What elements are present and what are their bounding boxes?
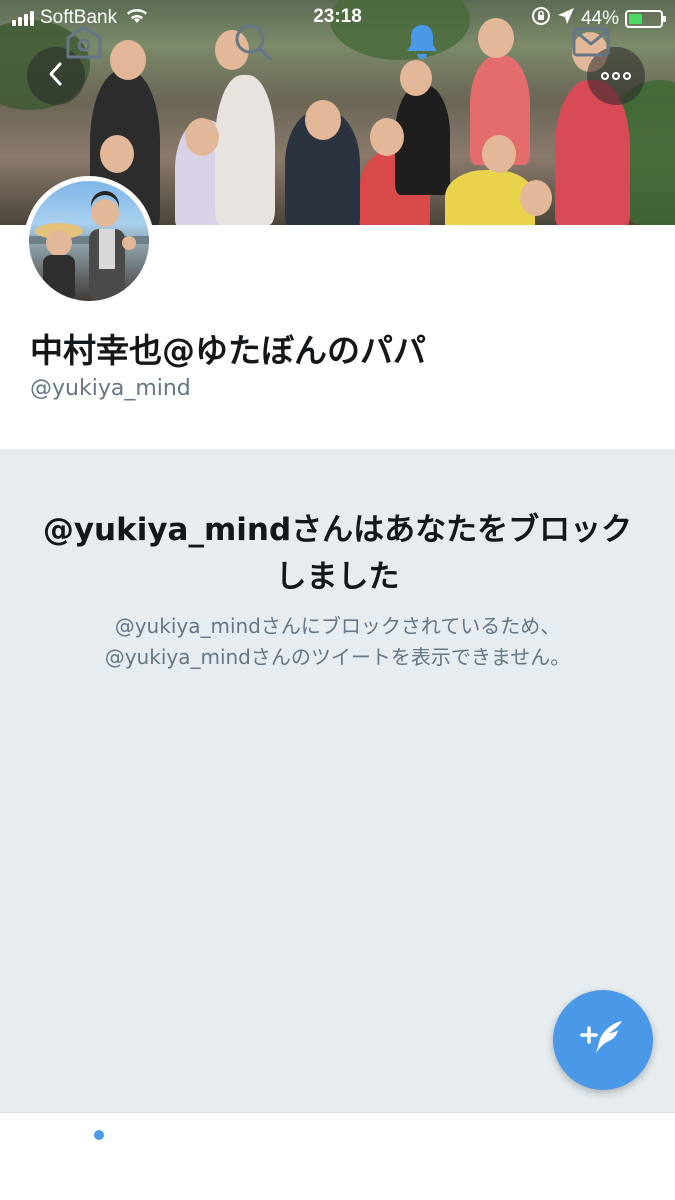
blocked-description-line-1: @yukiya_mindさんにブロックされているため、 — [114, 614, 561, 638]
mail-icon — [570, 21, 612, 67]
compose-tweet-button[interactable] — [553, 990, 653, 1090]
orientation-lock-icon — [531, 6, 551, 32]
profile-handle: @yukiya_mind — [30, 376, 191, 401]
bottom-tab-bar — [0, 1112, 675, 1200]
more-horizontal-icon — [601, 72, 631, 80]
blocked-description: @yukiya_mindさんにブロックされているため、 @yukiya_mind… — [30, 611, 645, 673]
blocked-title: @yukiya_mindさんはあなたをブロックしました — [42, 512, 633, 595]
tab-search[interactable] — [229, 20, 277, 68]
profile-screen: SoftBank 23:18 44% 中村幸也@ゆたぼんのパパ @yukiya_… — [0, 0, 675, 1200]
profile-avatar[interactable] — [24, 176, 154, 306]
profile-display-name: 中村幸也@ゆたぼんのパパ — [30, 331, 426, 370]
home-notification-badge — [94, 1130, 104, 1140]
tab-home[interactable] — [60, 20, 108, 68]
tab-messages[interactable] — [567, 20, 615, 68]
compose-tweet-icon — [578, 1013, 628, 1067]
home-icon — [63, 21, 105, 67]
search-icon — [232, 21, 274, 67]
bell-icon — [401, 21, 443, 67]
blocked-description-line-2: @yukiya_mindさんのツイートを表示できません。 — [104, 645, 571, 669]
battery-icon — [625, 10, 666, 28]
tab-notifications[interactable] — [398, 20, 446, 68]
